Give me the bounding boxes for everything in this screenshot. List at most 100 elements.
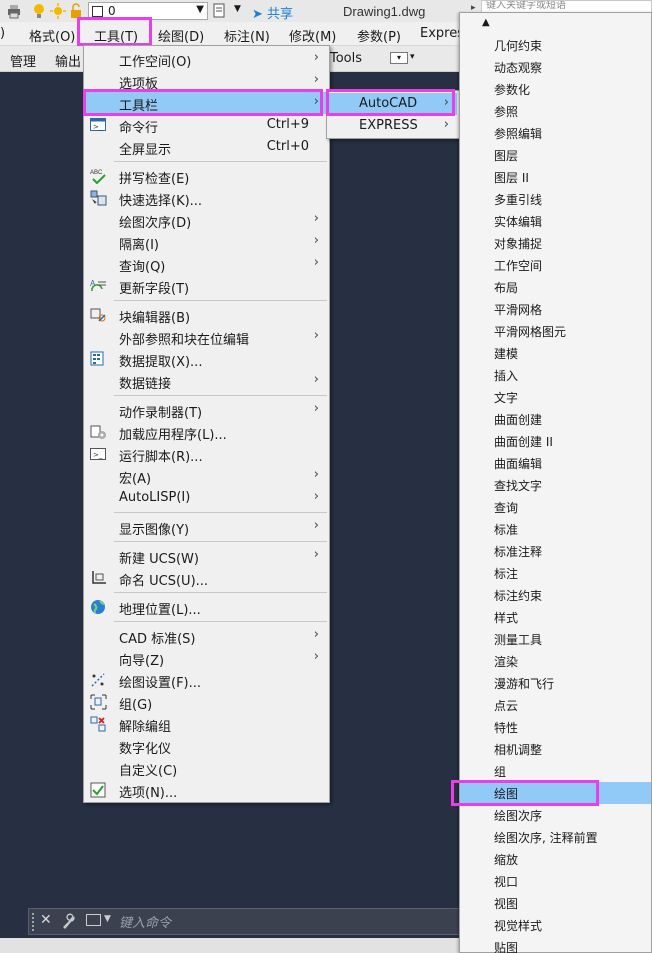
toolbar-list-item[interactable]: 工作空间 [460, 254, 651, 276]
tools-menu-item-23[interactable]: 地理位置(L)... [86, 596, 327, 618]
tools-menu-item-15[interactable]: 动作录制器(T) › [86, 399, 327, 421]
chevron-down-icon[interactable]: ▼ [104, 914, 111, 924]
tools-menu-item-31[interactable]: 选项(N)... [86, 779, 327, 801]
tools-menu-item-9[interactable]: 查询(Q) › [86, 253, 327, 275]
tools-menu-item-21[interactable]: 新建 UCS(W) › [86, 545, 327, 567]
menu-item-dimension[interactable]: 标注(N) [224, 26, 270, 45]
tools-menu-item-6[interactable]: 快速选择(K)... [86, 187, 327, 209]
toolbar-list-item[interactable]: 平滑网格 [460, 298, 651, 320]
toolbar-list-item[interactable]: 参照 [460, 100, 651, 122]
toolbar-list-item[interactable]: 标准注释 [460, 540, 651, 562]
toolbar-list-item[interactable]: 图层 [460, 144, 651, 166]
toolbar-list-item[interactable]: 图层 II [460, 166, 651, 188]
toolbar-list-item[interactable]: 参数化 [460, 78, 651, 100]
menu-item-modify[interactable]: 修改(M) [289, 26, 336, 45]
tools-menu-item-29[interactable]: 数字化仪 [86, 735, 327, 757]
menu-item-tools[interactable]: 工具(T) [94, 26, 138, 45]
toolbar-list-item[interactable]: 曲面创建 [460, 408, 651, 430]
toolbar-list-item[interactable]: 渲染 [460, 650, 651, 672]
wrench-icon[interactable] [61, 913, 77, 929]
tools-menu-item-24[interactable]: CAD 标准(S) › [86, 625, 327, 647]
toolbar-list-item[interactable]: 建模 [460, 342, 651, 364]
toolbar-list-item[interactable]: 曲面编辑 [460, 452, 651, 474]
layer-dropdown[interactable]: 0 ▼ [88, 2, 208, 20]
tools-menu-item-18[interactable]: 宏(A) › [86, 465, 327, 487]
toolbar-list-item[interactable]: 平滑网格图元 [460, 320, 651, 342]
lightbulb-icon[interactable] [33, 3, 45, 19]
close-icon[interactable]: ✕ [40, 912, 52, 928]
command-prompt-icon[interactable] [86, 914, 101, 926]
toolbar-list-item[interactable]: 多重引线 [460, 188, 651, 210]
tools-menu-item-12[interactable]: 外部参照和块在位编辑 › [86, 326, 327, 348]
command-input[interactable]: 键入命令 [119, 912, 171, 931]
tools-menu-item-27[interactable]: 组(G) [86, 691, 327, 713]
tab-tools[interactable]: Tools [330, 51, 362, 66]
toolbar-list-item[interactable]: 缩放 [460, 848, 651, 870]
toolbar-list-item[interactable]: 绘图次序, 注释前置 [460, 826, 651, 848]
toolbar-list-item[interactable]: 绘图次序 [460, 804, 651, 826]
tools-menu-item-7[interactable]: 绘图次序(D) › [86, 209, 327, 231]
menu-item-parametric[interactable]: 参数(P) [357, 26, 401, 45]
tools-menu-item-30[interactable]: 自定义(C) [86, 757, 327, 779]
toolbar-list-item[interactable]: 查找文字 [460, 474, 651, 496]
drag-handle[interactable] [32, 913, 37, 931]
toolbar-list-item[interactable]: 视觉样式 [460, 914, 651, 936]
tools-menu-item-20[interactable]: 显示图像(Y) › [86, 516, 327, 538]
tools-menu-item-0[interactable]: 工作空间(O) › [86, 48, 327, 70]
toolbar-list-item[interactable]: 组 [460, 760, 651, 782]
chevron-down-icon[interactable]: ▾ [410, 52, 415, 62]
toolbar-list-item[interactable]: 样式 [460, 606, 651, 628]
menu-item-partial[interactable]: ) [0, 26, 5, 41]
toolbar-list-item[interactable]: 标注 [460, 562, 651, 584]
tools-menu-item-1[interactable]: 选项板 › [86, 70, 327, 92]
toolbar-list-item[interactable]: 漫游和飞行 [460, 672, 651, 694]
tools-menu-item-25[interactable]: 向导(Z) › [86, 647, 327, 669]
toolbar-list-item[interactable]: 查询 [460, 496, 651, 518]
toolbar-list-item[interactable]: 测量工具 [460, 628, 651, 650]
tools-menu-item-11[interactable]: 块编辑器(B) [86, 304, 327, 326]
plot-icon[interactable] [6, 3, 22, 19]
toolbar-list-item[interactable]: 特性 [460, 716, 651, 738]
menu-item-draw[interactable]: 绘图(D) [158, 26, 204, 45]
unlock-icon[interactable] [70, 3, 82, 19]
tools-menu-item-10[interactable]: A 更新字段(T) [86, 275, 327, 297]
toolbar-list-item[interactable]: 绘图 [460, 782, 651, 804]
toolbar-list-item[interactable]: 插入 [460, 364, 651, 386]
toolbar-list-item[interactable]: 动态观察 [460, 56, 651, 78]
tools-menu-item-16[interactable]: 加载应用程序(L)... [86, 421, 327, 443]
tools-menu-item-4[interactable]: 全屏显示 Ctrl+0 [86, 136, 327, 158]
toolbar-submenu-item-express[interactable]: EXPRESS › [329, 115, 457, 137]
toolbar-list-item[interactable]: 实体编辑 [460, 210, 651, 232]
menu-item-format[interactable]: 格式(O) [29, 26, 75, 45]
sun-icon[interactable] [50, 3, 66, 19]
scroll-up-icon[interactable]: ▲ [482, 17, 490, 28]
toolbar-list-item[interactable]: 贴图 [460, 936, 651, 953]
tools-menu-item-3[interactable]: >_ 命令行 Ctrl+9 [86, 114, 327, 136]
tools-menu-item-17[interactable]: >_ 运行脚本(R)... [86, 443, 327, 465]
tools-menu-item-19[interactable]: AutoLISP(I) › [86, 487, 327, 509]
toolbar-list-item[interactable]: 曲面创建 II [460, 430, 651, 452]
toolbar-list-item[interactable]: 参照编辑 [460, 122, 651, 144]
toolbar-list-item[interactable]: 视图 [460, 892, 651, 914]
tools-menu-item-8[interactable]: 隔离(I) › [86, 231, 327, 253]
tools-menu-item-22[interactable]: 命名 UCS(U)... [86, 567, 327, 589]
toolbar-list-item[interactable]: 点云 [460, 694, 651, 716]
properties-icon[interactable] [212, 3, 228, 19]
ribbon-minimize-icon[interactable]: ▾ [390, 52, 408, 64]
toolbar-list-item[interactable]: 几何约束 [460, 34, 651, 56]
toolbar-list-item[interactable]: 标准 [460, 518, 651, 540]
toolbar-list-item[interactable]: 文字 [460, 386, 651, 408]
tools-menu-item-2[interactable]: 工具栏 › [86, 92, 327, 114]
tab-manage[interactable]: 管理 [10, 51, 36, 70]
toolbar-submenu-item-autocad[interactable]: AutoCAD › [329, 93, 457, 115]
toolbar-list-item[interactable]: 标注约束 [460, 584, 651, 606]
tools-menu-item-28[interactable]: 解除编组 [86, 713, 327, 735]
tools-menu-item-13[interactable]: 数据提取(X)... [86, 348, 327, 370]
tools-menu-item-5[interactable]: ABC 拼写检查(E) [86, 165, 327, 187]
share-button[interactable]: ➤ 共享 [252, 3, 293, 22]
toolbar-list-item[interactable]: 布局 [460, 276, 651, 298]
tab-output[interactable]: 输出 [55, 51, 81, 70]
tools-menu-item-26[interactable]: 绘图设置(F)... [86, 669, 327, 691]
tools-menu-item-14[interactable]: 数据链接 › [86, 370, 327, 392]
toolbar-list-item[interactable]: 视口 [460, 870, 651, 892]
